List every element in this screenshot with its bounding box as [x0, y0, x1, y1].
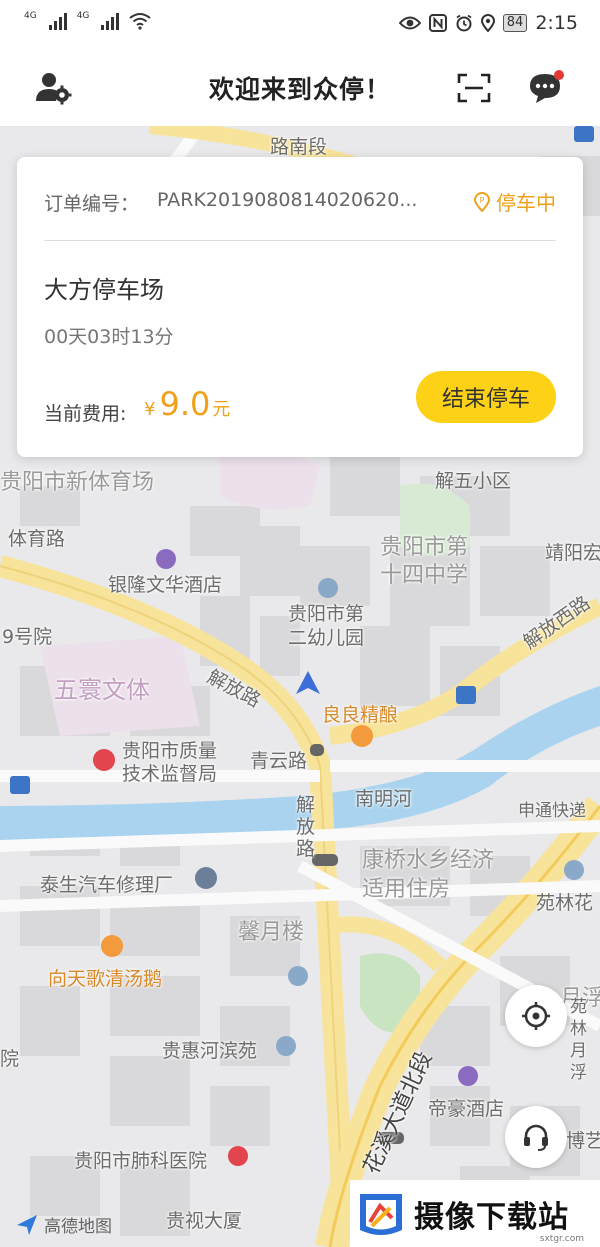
- map-label: 五寰文体: [54, 676, 150, 704]
- chat-icon: [530, 70, 564, 103]
- amap-logo-icon: [17, 1214, 37, 1235]
- map-label: 苑林花: [536, 892, 594, 914]
- map-label: 贵阳市第十四中学: [380, 535, 469, 588]
- map-label: 馨月楼: [238, 920, 305, 945]
- headset-icon: [524, 1124, 548, 1151]
- map-label: 靖阳宏: [545, 542, 600, 564]
- locate-button[interactable]: [505, 985, 567, 1047]
- location-icon: [480, 14, 495, 32]
- battery-level: 84: [502, 14, 528, 32]
- signal-group: 4G 4G: [24, 11, 152, 30]
- watermark-logo-icon: [360, 1193, 402, 1235]
- status-bar: 4G 4G 84 2:15: [0, 0, 600, 48]
- fee-currency: ¥: [144, 399, 156, 420]
- watermark-subtext: sxtgr.com: [539, 1234, 584, 1244]
- network-type-1: 4G: [24, 11, 37, 21]
- status-label: 停车中: [496, 191, 556, 215]
- map-label: 康桥水乡经济适用住房: [362, 848, 495, 902]
- map-label: 良良精酿: [322, 704, 399, 726]
- status-icons: 84 2:15: [398, 12, 578, 34]
- nfc-icon: [428, 14, 447, 32]
- messages-button[interactable]: [526, 68, 566, 108]
- map-label: 解五小区: [435, 470, 512, 492]
- parking-duration: 00天03时13分: [44, 326, 174, 348]
- current-fee: ¥ 9.0 元: [144, 385, 230, 423]
- fee-amount: 9.0: [159, 385, 211, 423]
- map-label: 贵视大厦: [166, 1210, 243, 1232]
- network-type-2: 4G: [76, 11, 90, 21]
- page-title: 欢迎来到众停！: [208, 75, 391, 104]
- order-card: 订单编号： PARK2019080814020620... P 停车中 大方停车…: [17, 157, 583, 457]
- map-label: 贵阳市质量技术监督局: [122, 740, 218, 785]
- map-label: 申通快递: [518, 801, 586, 821]
- map-label: 贵阳市肺科医院: [74, 1150, 208, 1172]
- scan-icon: [457, 73, 491, 103]
- site-watermark: 摄像下载站 sxtgr.com: [350, 1180, 600, 1247]
- eye-icon: [398, 16, 421, 30]
- wifi-icon: [129, 13, 152, 30]
- clock: 2:15: [535, 12, 578, 34]
- map-provider-logo: 高德地图: [16, 1212, 112, 1237]
- map-label: 解放路: [296, 794, 316, 860]
- map-label: 贵惠河滨苑: [162, 1040, 258, 1062]
- end-parking-button[interactable]: 结束停车: [416, 371, 556, 423]
- map-label: 泰生汽车修理厂: [40, 874, 174, 896]
- map-label: 南明河: [355, 788, 413, 810]
- order-number: PARK2019080814020620...: [157, 189, 418, 211]
- fee-label: 当前费用:: [44, 403, 127, 425]
- map-label: 博艺: [566, 1130, 600, 1152]
- svg-text:P: P: [480, 196, 485, 205]
- map-label: 贵阳市新体育场: [0, 470, 155, 495]
- scan-button[interactable]: [454, 68, 494, 108]
- card-divider: [44, 240, 556, 241]
- map-label: 路南段: [270, 136, 328, 158]
- map-label: 苑林月浮: [570, 997, 587, 1083]
- map-label: 9号院: [2, 626, 53, 648]
- map-label: 贵阳市第二幼儿园: [288, 603, 365, 649]
- order-number-label: 订单编号：: [44, 193, 140, 215]
- alarm-icon: [456, 14, 472, 32]
- app-header: 欢迎来到众停！: [0, 48, 600, 126]
- customer-service-button[interactable]: [505, 1106, 567, 1168]
- map-label: 体育路: [8, 528, 66, 550]
- parking-status: P 停车中: [474, 187, 556, 216]
- signal-icon: [48, 12, 67, 30]
- map-label: 院: [0, 1048, 20, 1070]
- map-label: 青云路: [250, 750, 308, 772]
- watermark-text: 摄像下载站: [414, 1199, 569, 1235]
- parking-pin-icon: P: [474, 191, 490, 212]
- map-provider-name: 高德地图: [44, 1217, 112, 1237]
- map-label: 向天歌清汤鹅: [48, 968, 163, 990]
- map-label: 银隆文华酒店: [108, 574, 223, 596]
- map-label: 帝豪酒店: [428, 1098, 505, 1120]
- locate-icon: [522, 1002, 550, 1030]
- signal-icon: [101, 12, 120, 30]
- fee-unit: 元: [212, 399, 231, 420]
- parking-lot-name: 大方停车场: [44, 276, 164, 304]
